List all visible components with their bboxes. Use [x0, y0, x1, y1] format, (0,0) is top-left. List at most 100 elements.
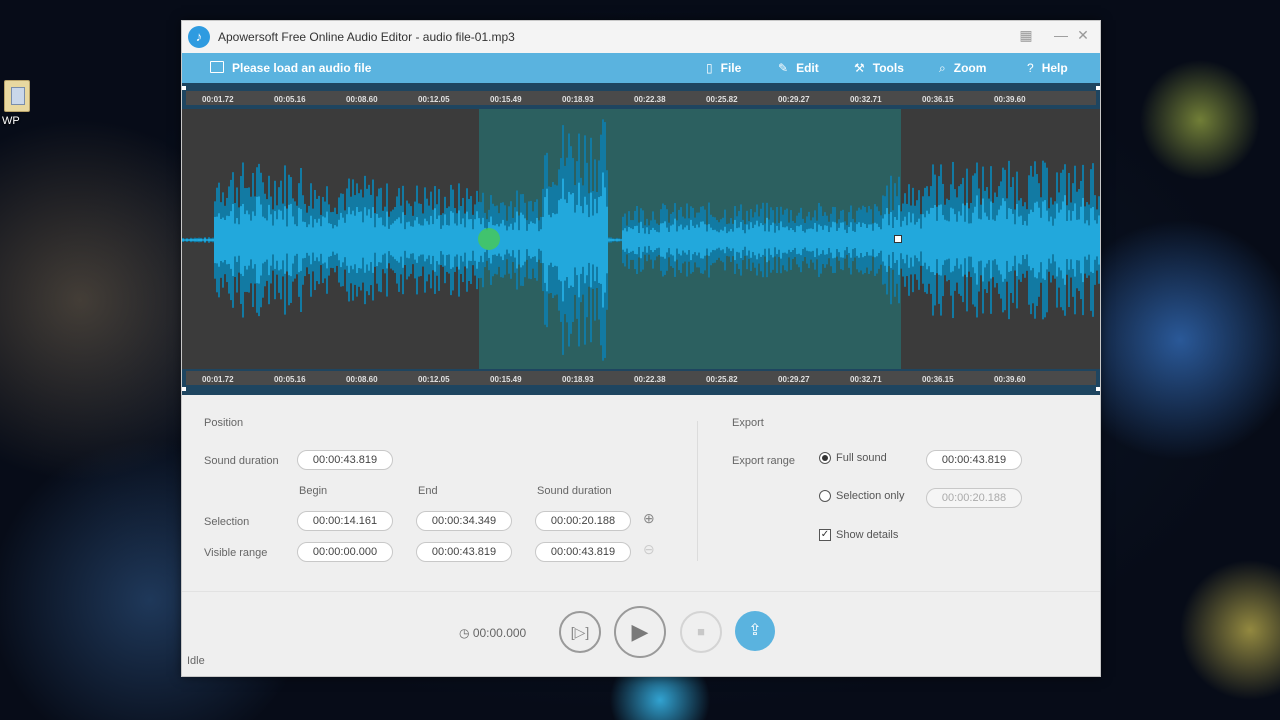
- menu-help[interactable]: ? Help: [1027, 61, 1068, 75]
- waveform-bar-inner: [224, 219, 226, 261]
- waveform-area[interactable]: 00:01.72 00:05.16 00:08.60 00:12.05 00:1…: [182, 83, 1100, 395]
- waveform-bar-inner: [306, 227, 308, 253]
- waveform-bar-inner: [906, 225, 908, 255]
- waveform-bar-inner: [402, 212, 404, 268]
- grid-icon[interactable]: ▦: [1017, 27, 1035, 44]
- waveform-bar-inner: [516, 211, 518, 269]
- waveform-bar-inner: [304, 222, 306, 258]
- magnifier-icon: ⌕: [939, 61, 946, 75]
- waveform-bar-inner: [344, 222, 346, 258]
- selection-only-radio[interactable]: [819, 490, 831, 502]
- selection-end-handle[interactable]: [894, 235, 902, 243]
- waveform-bar-inner: [448, 225, 450, 255]
- zoom-out-icon[interactable]: ⊖: [643, 541, 655, 558]
- waveform-bar-inner: [874, 222, 876, 258]
- waveform-bar-inner: [274, 211, 276, 269]
- sound-duration-field[interactable]: 00:00:43.819: [297, 450, 393, 470]
- full-sound-field[interactable]: 00:00:43.819: [926, 450, 1022, 470]
- full-sound-radio[interactable]: [819, 452, 831, 464]
- waveform-bar-inner: [798, 226, 800, 254]
- waveform-bar-inner: [746, 224, 748, 256]
- waveform-bar-inner: [450, 211, 452, 269]
- loop-play-button[interactable]: [▷]: [559, 611, 601, 653]
- export-button[interactable]: ⇪: [735, 611, 775, 651]
- waveform-bar-inner: [724, 226, 726, 254]
- waveform-bar-inner: [750, 222, 752, 258]
- close-button[interactable]: ✕: [1074, 27, 1092, 44]
- selection-duration-field[interactable]: 00:00:20.188: [535, 511, 631, 531]
- waveform-bar-inner: [420, 225, 422, 255]
- bottom-timeline-ruler[interactable]: 00:01.72 00:05.16 00:08.60 00:12.05 00:1…: [182, 369, 1100, 395]
- menu-file[interactable]: ▯ File: [706, 61, 741, 75]
- waveform-bar-inner: [782, 227, 784, 253]
- ruler-track: 00:01.72 00:05.16 00:08.60 00:12.05 00:1…: [186, 91, 1096, 105]
- load-audio-button[interactable]: Please load an audio file: [210, 61, 371, 75]
- tick-label: 00:08.60: [346, 375, 378, 384]
- waveform-bar-inner: [982, 198, 984, 282]
- menu-edit[interactable]: ✎ Edit: [778, 61, 819, 75]
- waveform-bar-inner: [1076, 219, 1078, 261]
- waveform-bar-inner: [692, 225, 694, 255]
- waveform-bar-inner: [208, 238, 210, 242]
- waveform-bar-inner: [668, 231, 670, 249]
- waveform-bar-inner: [278, 209, 280, 271]
- show-details-checkbox[interactable]: ✓: [819, 529, 831, 541]
- top-timeline-ruler[interactable]: 00:01.72 00:05.16 00:08.60 00:12.05 00:1…: [182, 83, 1100, 109]
- waveform-bar-inner: [630, 228, 632, 252]
- visible-duration-field[interactable]: 00:00:43.819: [535, 542, 631, 562]
- waveform-bar-inner: [712, 230, 714, 250]
- waveform-bar-inner: [330, 223, 332, 257]
- waveform-bar-inner: [806, 229, 808, 251]
- waveform-bar-inner: [922, 214, 924, 266]
- waveform-bar-inner: [738, 227, 740, 253]
- waveform-bar-inner: [290, 203, 292, 277]
- stop-button[interactable]: ■: [680, 611, 722, 653]
- selection-begin-field[interactable]: 00:00:14.161: [297, 511, 393, 531]
- waveform-bar-inner: [762, 225, 764, 255]
- waveform-bar-inner: [960, 215, 962, 265]
- waveform-bar-inner: [824, 225, 826, 255]
- waveform-bar-inner: [596, 213, 598, 267]
- zoom-in-icon[interactable]: ⊕: [643, 510, 655, 527]
- waveform-bar-inner: [260, 204, 262, 276]
- waveform-bar-inner: [368, 209, 370, 271]
- waveform-bar-inner: [1064, 195, 1066, 285]
- waveform-bar-inner: [978, 218, 980, 262]
- visible-end-field[interactable]: 00:00:43.819: [416, 542, 512, 562]
- waveform-bar-inner: [670, 225, 672, 255]
- minimize-button[interactable]: —: [1052, 27, 1070, 43]
- play-button[interactable]: ▶: [614, 606, 666, 658]
- waveform-bar-inner: [542, 216, 544, 264]
- menu-tools[interactable]: ⚒ Tools: [854, 61, 904, 75]
- desktop-icon-wp[interactable]: WP: [2, 80, 32, 127]
- menu-zoom[interactable]: ⌕ Zoom: [939, 61, 986, 76]
- waveform-bar-inner: [740, 221, 742, 259]
- waveform-bar-inner: [616, 238, 618, 242]
- waveform-bar-inner: [954, 214, 956, 266]
- waveform-bar-inner: [744, 233, 746, 247]
- waveform-bar-inner: [598, 197, 600, 283]
- waveform-bar-inner: [780, 221, 782, 259]
- waveform-bar-inner: [826, 225, 828, 255]
- waveform-bar-inner: [686, 225, 688, 255]
- waveform-bar-inner: [540, 229, 542, 251]
- waveform-bar-inner: [968, 223, 970, 257]
- waveform-bar-inner: [1068, 210, 1070, 270]
- waveform-bar-inner: [588, 217, 590, 263]
- waveform-bar-inner: [948, 221, 950, 259]
- waveform-bar-inner: [828, 232, 830, 248]
- waveform-bar-inner: [938, 205, 940, 275]
- waveform-bar-inner: [474, 219, 476, 261]
- waveform-bar-inner: [320, 226, 322, 254]
- waveform-bar-inner: [914, 224, 916, 256]
- selection-only-field[interactable]: 00:00:20.188: [926, 488, 1022, 508]
- waveform-bar-inner: [586, 204, 588, 276]
- waveform-bar-inner: [886, 208, 888, 272]
- waveform-bar-inner: [648, 234, 650, 246]
- waveform-bar-inner: [464, 227, 466, 253]
- waveform-bar-inner: [310, 215, 312, 265]
- tick-label: 00:05.16: [274, 95, 306, 104]
- visible-begin-field[interactable]: 00:00:00.000: [297, 542, 393, 562]
- waveform-bar-inner: [996, 215, 998, 265]
- selection-end-field[interactable]: 00:00:34.349: [416, 511, 512, 531]
